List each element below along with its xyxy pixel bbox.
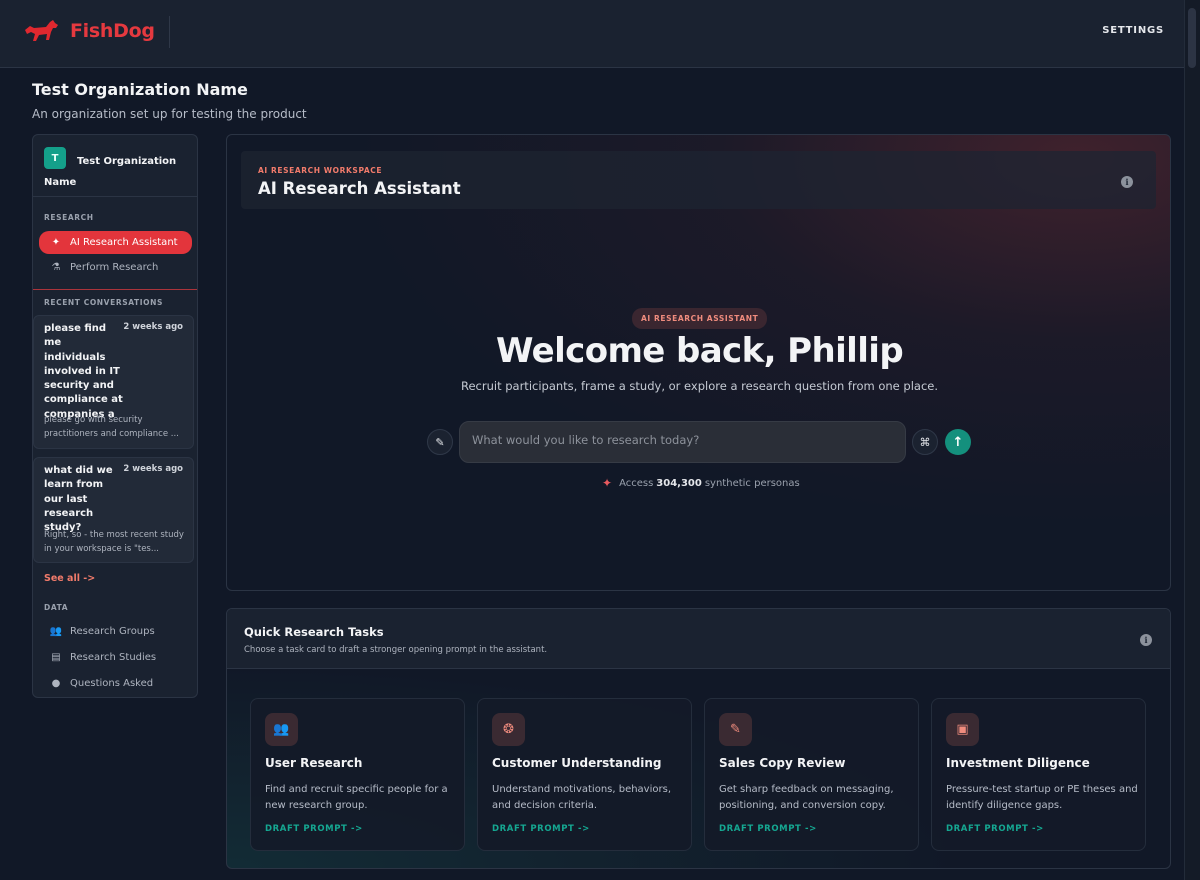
sidebar-item-research-studies[interactable]: ▤ Research Studies: [39, 646, 192, 669]
arrow-up-icon: ↑: [952, 434, 964, 450]
conversation-title: what did we learn from our last research…: [44, 465, 113, 534]
page-scrollbar-thumb[interactable]: [1188, 8, 1196, 68]
brain-icon: ❂: [492, 713, 525, 746]
quick-tasks-subtitle: Choose a task card to draft a stronger o…: [244, 645, 548, 655]
sidebar-item-ai-research-assistant[interactable]: ✦ AI Research Assistant: [39, 231, 192, 254]
page-subtitle: An organization set up for testing the p…: [32, 107, 307, 121]
task-title: Investment Diligence: [946, 756, 1090, 770]
task-card-user-research[interactable]: 👥 User Research Find and recruit specifi…: [250, 698, 465, 851]
recent-conversations-label: RECENT CONVERSATIONS: [44, 298, 163, 307]
sidebar: T Test Organization Name RESEARCH ✦ AI R…: [32, 134, 198, 698]
sidebar-item-label: Perform Research: [70, 262, 159, 273]
task-description: Find and recruit specific people for a n…: [265, 784, 448, 811]
people-icon: 👥: [265, 713, 298, 746]
sidebar-item-label: Questions Asked: [70, 678, 154, 689]
quick-tasks-panel: Quick Research Tasks Choose a task card …: [226, 608, 1171, 869]
paperclip-icon: ⌘: [919, 435, 931, 449]
flask-icon: ⚗: [51, 262, 61, 273]
people-icon: 👥: [49, 626, 63, 637]
brand-name: FishDog: [70, 20, 155, 42]
assistant-panel: AI RESEARCH WORKSPACE AI Research Assist…: [226, 134, 1171, 591]
dog-logo-icon: [25, 20, 58, 41]
conversation-date: 2 weeks ago: [123, 464, 183, 474]
conversation-title: please find me individuals involved in I…: [44, 323, 123, 420]
brand-logo-link[interactable]: FishDog: [22, 16, 155, 46]
sidebar-item-label: AI Research Assistant: [70, 237, 178, 248]
top-bar: FishDog SETTINGS: [0, 0, 1184, 68]
task-card-customer-understanding[interactable]: ❂ Customer Understanding Understand moti…: [477, 698, 692, 851]
draft-prompt-link[interactable]: DRAFT PROMPT ->: [265, 824, 363, 834]
magic-wand-button[interactable]: ✎: [427, 429, 453, 455]
sidebar-item-perform-research[interactable]: ⚗ Perform Research: [39, 256, 192, 279]
task-description: Pressure-test startup or PE theses and i…: [946, 784, 1138, 811]
info-icon[interactable]: i: [1140, 634, 1152, 646]
briefcase-icon: ▣: [946, 713, 979, 746]
quick-tasks-title: Quick Research Tasks: [244, 625, 384, 639]
research-section-label: RESEARCH: [44, 213, 94, 222]
conversation-date: 2 weeks ago: [123, 322, 183, 332]
org-switcher[interactable]: T Test Organization Name: [33, 135, 197, 197]
welcome-heading: Welcome back, Phillip: [495, 331, 904, 371]
info-icon[interactable]: i: [1121, 176, 1133, 188]
document-icon: ▤: [51, 652, 61, 663]
attach-button[interactable]: ⌘: [912, 429, 938, 455]
task-title: User Research: [265, 756, 363, 770]
task-card-investment-diligence[interactable]: ▣ Investment Diligence Pressure-test sta…: [931, 698, 1146, 851]
persona-count: ✦ Access 304,300 synthetic personas: [602, 476, 800, 490]
sparkle-icon: ✦: [602, 476, 613, 490]
assistant-title: AI Research Assistant: [258, 179, 461, 198]
sidebar-item-label: Research Studies: [70, 652, 157, 663]
org-card-name: Test Organization Name: [44, 156, 177, 188]
see-all-link[interactable]: See all ->: [44, 573, 95, 584]
task-card-sales-copy-review[interactable]: ✎ Sales Copy Review Get sharp feedback o…: [704, 698, 919, 851]
task-description: Get sharp feedback on messaging, positio…: [719, 784, 894, 811]
settings-link[interactable]: SETTINGS: [1102, 25, 1164, 36]
draft-prompt-link[interactable]: DRAFT PROMPT ->: [492, 824, 590, 834]
workspace-kicker: AI RESEARCH WORKSPACE: [258, 166, 383, 175]
draft-prompt-link[interactable]: DRAFT PROMPT ->: [719, 824, 817, 834]
persona-suffix: synthetic personas: [704, 477, 800, 489]
conversation-snippet: Right, so - the most recent study in you…: [44, 530, 184, 554]
draft-prompt-link[interactable]: DRAFT PROMPT ->: [946, 824, 1044, 834]
welcome-subtitle: Recruit participants, frame a study, or …: [460, 379, 938, 393]
task-title: Sales Copy Review: [719, 756, 846, 770]
magic-wand-icon: ✎: [435, 435, 445, 449]
conversation-item[interactable]: please find me individuals involved in I…: [33, 315, 194, 449]
page-title: Test Organization Name: [32, 80, 248, 99]
research-prompt-input[interactable]: [472, 430, 892, 450]
assistant-badge: AI RESEARCH ASSISTANT: [632, 308, 768, 329]
send-button[interactable]: ↑: [945, 429, 971, 455]
persona-prefix: Access: [619, 477, 654, 489]
sparkle-icon: ✦: [51, 237, 61, 248]
conversation-item[interactable]: what did we learn from our last research…: [33, 457, 194, 563]
assistant-header: AI RESEARCH WORKSPACE AI Research Assist…: [241, 151, 1156, 209]
topbar-divider: [169, 16, 170, 48]
pencil-ruler-icon: ✎: [719, 713, 752, 746]
task-title: Customer Understanding: [492, 756, 662, 770]
data-section-label: DATA: [44, 603, 69, 612]
research-prompt-box[interactable]: [459, 421, 906, 463]
quick-tasks-header: Quick Research Tasks Choose a task card …: [227, 609, 1170, 669]
conversation-snippet: please go with security practitioners an…: [44, 415, 179, 439]
section-divider: [33, 289, 197, 290]
persona-number: 304,300: [656, 477, 702, 489]
chat-bubble-icon: ●: [51, 678, 61, 689]
page-scrollbar[interactable]: [1184, 0, 1200, 880]
sidebar-item-research-groups[interactable]: 👥 Research Groups: [39, 620, 192, 643]
sidebar-item-label: Research Groups: [70, 626, 155, 637]
sidebar-item-questions-asked[interactable]: ● Questions Asked: [39, 672, 192, 695]
task-description: Understand motivations, behaviors, and d…: [492, 784, 671, 811]
